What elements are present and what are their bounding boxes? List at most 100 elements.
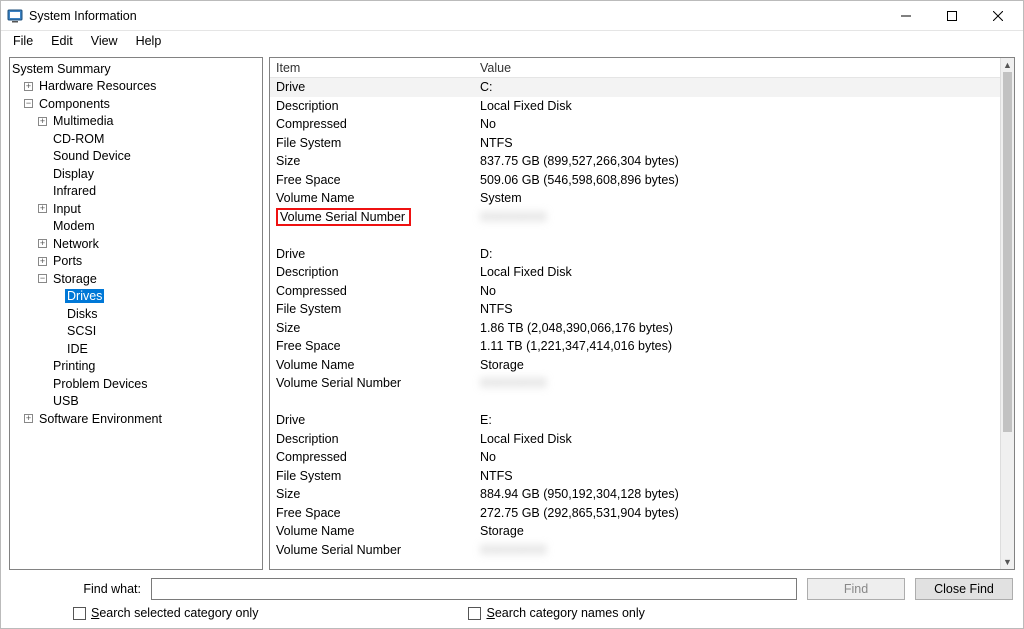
tree-label: Drives [65, 289, 104, 303]
checkbox-icon[interactable] [73, 607, 86, 620]
details-row[interactable]: File System NTFS [270, 300, 1000, 319]
menu-help[interactable]: Help [128, 32, 170, 50]
details-row[interactable]: Free Space 509.06 GB (546,598,608,896 by… [270, 171, 1000, 190]
cell-item: Description [270, 432, 474, 446]
column-value[interactable]: Value [474, 61, 1000, 75]
scroll-up-icon[interactable]: ▲ [1001, 58, 1014, 72]
tree-usb[interactable]: USB [10, 393, 262, 411]
checkbox-icon[interactable] [468, 607, 481, 620]
details-row[interactable]: File System NTFS [270, 467, 1000, 486]
tree-input[interactable]: + Input [10, 200, 262, 218]
details-body: Drive C: Description Local Fixed Disk Co… [270, 78, 1000, 559]
details-row[interactable]: Volume Name Storage [270, 522, 1000, 541]
tree-display[interactable]: Display [10, 165, 262, 183]
find-button[interactable]: Find [807, 578, 905, 600]
checkbox-label: Search category names only [486, 606, 644, 620]
tree-modem[interactable]: Modem [10, 218, 262, 236]
expand-icon[interactable]: + [38, 117, 47, 126]
tree-system-summary[interactable]: System Summary [10, 60, 262, 78]
cell-value: No [474, 450, 1000, 464]
expand-icon[interactable]: + [38, 239, 47, 248]
cell-item: Compressed [270, 284, 474, 298]
cell-value: 272.75 GB (292,865,531,904 bytes) [474, 506, 1000, 520]
tree-label: SCSI [65, 324, 98, 338]
tree-network[interactable]: + Network [10, 235, 262, 253]
details-row[interactable]: Size 884.94 GB (950,192,304,128 bytes) [270, 485, 1000, 504]
details-row[interactable]: Description Local Fixed Disk [270, 263, 1000, 282]
tree-sound-device[interactable]: Sound Device [10, 148, 262, 166]
tree-label: Display [51, 167, 96, 181]
scroll-down-icon[interactable]: ▼ [1001, 555, 1014, 569]
expand-icon[interactable]: + [38, 204, 47, 213]
category-tree[interactable]: System Summary + Hardware Resources − Co… [10, 58, 262, 569]
find-what-input[interactable] [151, 578, 797, 600]
expand-icon[interactable]: + [24, 82, 33, 91]
menu-edit[interactable]: Edit [43, 32, 81, 50]
details-row[interactable]: Drive E: [270, 411, 1000, 430]
tree-printing[interactable]: Printing [10, 358, 262, 376]
scroll-thumb[interactable] [1003, 72, 1012, 432]
maximize-button[interactable] [929, 1, 975, 31]
tree-storage[interactable]: − Storage [10, 270, 262, 288]
close-button[interactable] [975, 1, 1021, 31]
cell-value: D: [474, 247, 1000, 261]
details-row[interactable]: Free Space 1.11 TB (1,221,347,414,016 by… [270, 337, 1000, 356]
close-find-button[interactable]: Close Find [915, 578, 1013, 600]
cell-item: File System [270, 469, 474, 483]
details-row[interactable]: Size 837.75 GB (899,527,266,304 bytes) [270, 152, 1000, 171]
details-spacer [270, 393, 1000, 412]
details-row[interactable]: Compressed No [270, 115, 1000, 134]
search-selected-checkbox[interactable]: Search selected category only [73, 606, 258, 620]
details-row[interactable]: Compressed No [270, 448, 1000, 467]
cell-value: System [474, 191, 1000, 205]
details-row[interactable]: Size 1.86 TB (2,048,390,066,176 bytes) [270, 319, 1000, 338]
tree-hardware-resources[interactable]: + Hardware Resources [10, 78, 262, 96]
cell-value: C: [474, 80, 1000, 94]
cell-item: Free Space [270, 339, 474, 353]
scrollbar-vertical[interactable]: ▲ ▼ [1000, 58, 1014, 569]
tree-ports[interactable]: + Ports [10, 253, 262, 271]
details-row[interactable]: Volume Serial Number XXXXXXXX [270, 208, 1000, 227]
details-row[interactable]: Description Local Fixed Disk [270, 430, 1000, 449]
cell-value: 509.06 GB (546,598,608,896 bytes) [474, 173, 1000, 187]
tree-label: Input [51, 202, 83, 216]
tree-ide[interactable]: IDE [10, 340, 262, 358]
details-row[interactable]: Free Space 272.75 GB (292,865,531,904 by… [270, 504, 1000, 523]
menu-view[interactable]: View [83, 32, 126, 50]
minimize-button[interactable] [883, 1, 929, 31]
details-row[interactable]: File System NTFS [270, 134, 1000, 153]
cell-item: Size [270, 487, 474, 501]
tree-scsi[interactable]: SCSI [10, 323, 262, 341]
expand-icon[interactable]: + [24, 414, 33, 423]
details-row[interactable]: Volume Name Storage [270, 356, 1000, 375]
tree-problem-devices[interactable]: Problem Devices [10, 375, 262, 393]
details-row[interactable]: Drive C: [270, 78, 1000, 97]
details-row[interactable]: Description Local Fixed Disk [270, 97, 1000, 116]
details-row[interactable]: Volume Serial Number XXXXXXXX [270, 374, 1000, 393]
tree-multimedia[interactable]: + Multimedia [10, 113, 262, 131]
tree-software-environment[interactable]: + Software Environment [10, 410, 262, 428]
details-header[interactable]: Item Value [270, 58, 1000, 78]
tree-label: System Summary [10, 62, 113, 76]
expand-icon[interactable]: + [38, 257, 47, 266]
details-row[interactable]: Volume Name System [270, 189, 1000, 208]
tree-disks[interactable]: Disks [10, 305, 262, 323]
cell-item: File System [270, 302, 474, 316]
collapse-icon[interactable]: − [24, 99, 33, 108]
menu-file[interactable]: File [5, 32, 41, 50]
column-item[interactable]: Item [270, 61, 474, 75]
details-row[interactable]: Volume Serial Number XXXXXXXX [270, 541, 1000, 560]
search-names-checkbox[interactable]: Search category names only [468, 606, 644, 620]
tree-components[interactable]: − Components [10, 95, 262, 113]
details-row[interactable]: Compressed No [270, 282, 1000, 301]
details-row[interactable]: Drive D: [270, 245, 1000, 264]
tree-label: USB [51, 394, 81, 408]
tree-label: IDE [65, 342, 90, 356]
tree-drives[interactable]: Drives [10, 288, 262, 306]
collapse-icon[interactable]: − [38, 274, 47, 283]
cell-item: Drive [270, 247, 474, 261]
tree-infrared[interactable]: Infrared [10, 183, 262, 201]
cell-value: 1.11 TB (1,221,347,414,016 bytes) [474, 339, 1000, 353]
cell-item: Volume Name [270, 358, 474, 372]
tree-cdrom[interactable]: CD-ROM [10, 130, 262, 148]
